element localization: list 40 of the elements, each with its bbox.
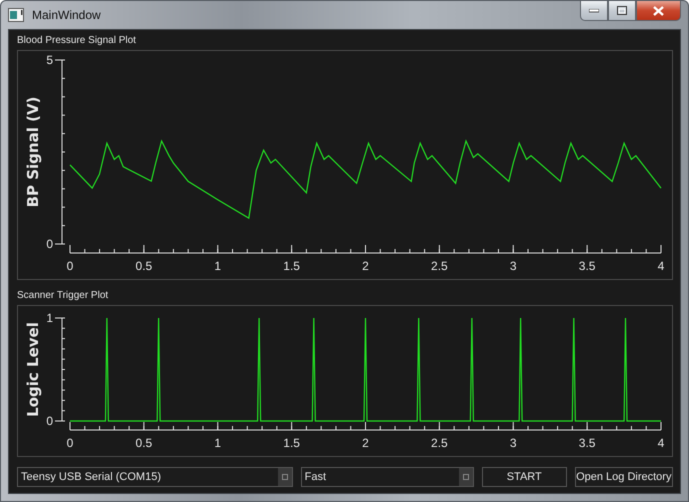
app-icon: [8, 8, 24, 22]
dropdown-value: Fast: [304, 471, 326, 483]
push-button[interactable]: Open Log Directory: [574, 467, 673, 487]
tick-label: 1: [214, 259, 222, 273]
close-icon: [653, 6, 664, 16]
dropdown[interactable]: Teensy USB Serial (COM15): [17, 467, 293, 487]
axis-title: BP Signal (V): [24, 96, 42, 208]
tick-label: 1.5: [283, 436, 300, 450]
tick-label: 0.5: [136, 259, 152, 273]
tick-label: 2.5: [431, 259, 448, 273]
minimize-icon: [589, 8, 599, 12]
window-title: MainWindow: [32, 8, 101, 22]
tick-label: 0.5: [136, 436, 152, 450]
maximize-icon: [617, 6, 627, 15]
tick-label: 3.5: [578, 259, 596, 273]
minimize-button[interactable]: [580, 1, 608, 21]
tick-label: 4: [658, 259, 664, 273]
tick-label: 2.5: [431, 436, 448, 450]
tick-label: 5: [46, 53, 53, 67]
tick-label: 4: [658, 436, 664, 450]
tick-label: 1.5: [283, 259, 300, 273]
tick-label: 1: [46, 311, 53, 325]
push-button[interactable]: START: [482, 467, 567, 487]
tick-label: 2: [362, 259, 369, 273]
close-button[interactable]: [636, 1, 681, 21]
tick-label: 0: [66, 259, 74, 273]
plot-title: Blood Pressure Signal Plot: [17, 35, 137, 46]
tick-label: 2: [362, 436, 369, 450]
axis-title: Logic Level: [24, 322, 42, 417]
tick-label: 3.5: [578, 436, 596, 450]
dropdown[interactable]: Fast: [300, 467, 474, 487]
maximize-button[interactable]: [608, 1, 636, 21]
tick-label: 0: [46, 237, 53, 251]
tick-label: 0: [66, 436, 74, 450]
tick-label: 3: [510, 436, 517, 450]
tick-label: 0: [46, 414, 53, 428]
dropdown-value: Teensy USB Serial (COM15): [21, 471, 161, 483]
tick-label: 1: [214, 436, 222, 450]
tick-label: 3: [510, 259, 517, 273]
plot-title: Scanner Trigger Plot: [17, 290, 110, 301]
